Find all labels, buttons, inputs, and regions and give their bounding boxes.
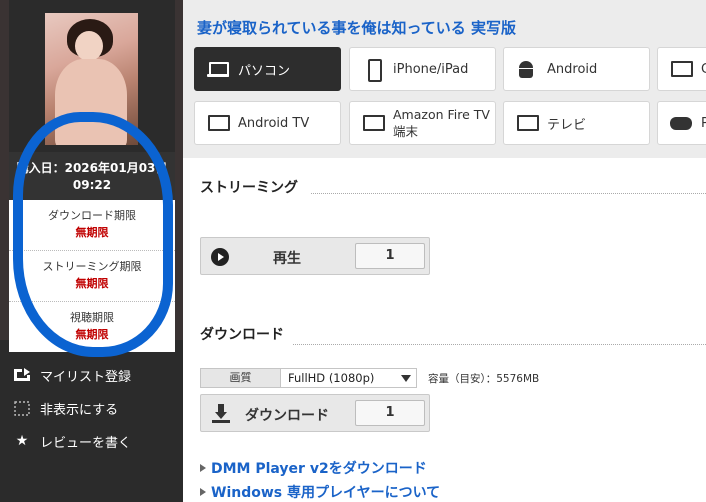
quality-select[interactable]: FullHD (1080p) (280, 368, 417, 388)
divider (311, 193, 706, 194)
windows-player-link-label: Windows 専用プレイヤーについて (211, 485, 441, 501)
device-tab-android[interactable]: Android (503, 47, 650, 91)
write-review-button[interactable]: ★ レビューを書く (14, 430, 131, 452)
cover-art (55, 59, 127, 145)
device-tab-label-line1: Amazon Fire TV (393, 107, 490, 122)
device-tab-label: P (701, 116, 706, 131)
hide-icon (14, 400, 30, 416)
add-to-mylist-button[interactable]: マイリスト登録 (14, 364, 131, 386)
monitor-icon (362, 113, 385, 133)
star-icon: ★ (15, 433, 29, 449)
download-part-count[interactable]: 1 (355, 400, 425, 426)
chevron-down-icon (401, 375, 411, 382)
streaming-section-title: ストリーミング (200, 180, 298, 196)
download-limit-label: ダウンロード期限 (48, 209, 136, 222)
monitor-icon (516, 113, 539, 133)
mylist-icon (14, 367, 30, 383)
device-selector-area: 妻が寝取られている事を俺は知っている 実写版 パソコン iPhone/iPad … (183, 0, 706, 158)
download-section-title: ダウンロード (200, 327, 284, 343)
download-limit: ダウンロード期限 無期限 (9, 200, 175, 251)
device-tab-label: Android TV (238, 115, 310, 131)
sidebar-background (175, 0, 183, 340)
play-part-count[interactable]: 1 (355, 243, 425, 269)
cover-art (75, 31, 103, 61)
monitor-icon (207, 113, 230, 133)
write-review-label: レビューを書く (40, 435, 132, 451)
viewing-limit: 視聴期限 無期限 (9, 302, 175, 347)
play-button[interactable]: 再生 1 (200, 237, 430, 275)
purchase-info-box: 購入日：2026年01月03日 09:22 ダウンロード期限 無期限 ストリーミ… (9, 152, 175, 352)
laptop-icon (207, 59, 229, 79)
quality-select-value: FullHD (1080p) (288, 371, 375, 385)
main-panel: 妻が寝取られている事を俺は知っている 実写版 パソコン iPhone/iPad … (183, 0, 706, 502)
device-tab-label: Android (547, 61, 598, 77)
device-tab-iphone[interactable]: iPhone/iPad (349, 47, 496, 91)
file-capacity: 容量（目安）：5576MB (428, 372, 540, 385)
device-tab-label: Amazon Fire TV 端末 (393, 106, 490, 140)
streaming-limit: ストリーミング期限 無期限 (9, 251, 175, 302)
triangle-right-icon (200, 488, 206, 496)
hide-button[interactable]: 非表示にする (14, 397, 118, 419)
monitor-icon (670, 59, 693, 79)
sidebar-background (0, 0, 9, 340)
add-to-mylist-label: マイリスト登録 (40, 369, 132, 385)
play-label: 再生 (273, 251, 301, 267)
purchase-date-label: 購入日：2026年01月03日 (16, 161, 168, 175)
device-tab-fire-tv[interactable]: Amazon Fire TV 端末 (349, 101, 496, 145)
device-tab-pc[interactable]: パソコン (194, 47, 341, 91)
hide-label: 非表示にする (40, 402, 119, 418)
dmm-player-link-label: DMM Player v2をダウンロード (211, 461, 427, 477)
quality-row: 画質 FullHD (1080p) 容量（目安）：5576MB (200, 368, 539, 388)
device-tab-partial-c[interactable]: C (657, 47, 706, 91)
device-tab-partial-p[interactable]: P (657, 101, 706, 145)
viewing-limit-value: 無期限 (75, 328, 109, 341)
triangle-right-icon (200, 464, 206, 472)
device-tab-label: パソコン (238, 63, 291, 79)
gamepad-icon (670, 113, 692, 133)
windows-player-link[interactable]: Windows 専用プレイヤーについて (200, 482, 440, 502)
dmm-player-download-link[interactable]: DMM Player v2をダウンロード (200, 458, 427, 478)
download-icon (211, 404, 231, 424)
cover-image[interactable] (45, 13, 138, 145)
streaming-limit-value: 無期限 (75, 277, 109, 290)
download-limit-value: 無期限 (75, 226, 109, 239)
device-tab-label: iPhone/iPad (393, 61, 469, 77)
device-tab-label: C (701, 62, 706, 77)
streaming-limit-label: ストリーミング期限 (42, 260, 142, 273)
sidebar: 購入日：2026年01月03日 09:22 ダウンロード期限 無期限 ストリーミ… (0, 0, 183, 502)
device-tab-tv[interactable]: テレビ (503, 101, 650, 145)
page-title[interactable]: 妻が寝取られている事を俺は知っている 実写版 (197, 17, 516, 38)
device-tab-label: テレビ (547, 117, 587, 133)
download-button[interactable]: ダウンロード 1 (200, 394, 430, 432)
device-tab-label-line2: 端末 (393, 124, 419, 139)
phone-icon (362, 59, 384, 82)
device-tab-android-tv[interactable]: Android TV (194, 101, 341, 145)
download-label: ダウンロード (245, 408, 329, 424)
purchase-time: 09:22 (72, 178, 112, 192)
android-icon (516, 59, 538, 79)
quality-label: 画質 (200, 368, 280, 388)
play-icon (211, 248, 229, 266)
purchase-date: 購入日：2026年01月03日 09:22 (9, 152, 175, 200)
divider (293, 344, 706, 345)
viewing-limit-label: 視聴期限 (70, 311, 114, 324)
